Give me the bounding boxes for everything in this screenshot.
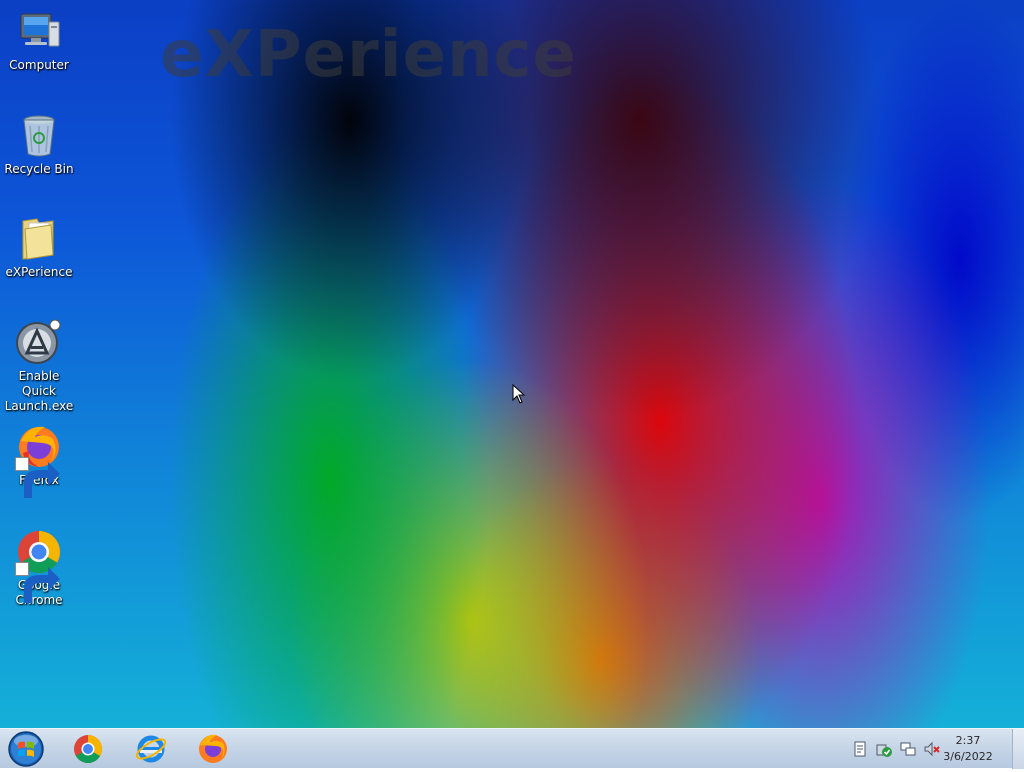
action-center-icon[interactable] bbox=[852, 741, 868, 757]
taskbar-internet-explorer-button[interactable] bbox=[134, 732, 168, 766]
firefox-icon bbox=[199, 734, 227, 763]
start-button[interactable] bbox=[6, 730, 46, 768]
desktop-icon-label: Recycle Bin bbox=[4, 162, 74, 176]
show-desktop-button[interactable] bbox=[1012, 729, 1024, 769]
desktop-icon-enable-quick-launch[interactable]: Enable Quick Launch.exe bbox=[0, 319, 78, 414]
security-icon[interactable] bbox=[876, 741, 892, 757]
desktop-icon-label: eXPerience bbox=[5, 265, 73, 279]
wallpaper-watermark: eXPerience bbox=[160, 18, 577, 92]
shortcut-arrow-icon bbox=[15, 562, 60, 603]
taskbar: 2:37 3/6/2022 bbox=[0, 728, 1024, 769]
chrome-icon bbox=[74, 735, 102, 763]
taskbar-clock[interactable]: 2:37 3/6/2022 bbox=[938, 733, 998, 765]
chrome-icon bbox=[15, 528, 63, 603]
network-icon[interactable] bbox=[900, 741, 916, 757]
desktop-icon-label: Enable Quick Launch.exe bbox=[4, 369, 74, 413]
mouse-pointer-icon bbox=[512, 383, 526, 404]
desktop-icon-recycle-bin[interactable]: Recycle Bin bbox=[0, 112, 78, 177]
desktop-icon-firefox[interactable]: Firefox bbox=[0, 423, 78, 498]
taskbar-firefox-button[interactable] bbox=[196, 732, 230, 766]
computer-icon bbox=[15, 8, 63, 56]
desktop-icon-experience-folder[interactable]: eXPerience bbox=[0, 215, 78, 280]
folder-icon bbox=[15, 215, 63, 263]
shortcut-arrow-icon bbox=[15, 457, 60, 498]
system-tray: 2:37 3/6/2022 bbox=[834, 729, 1024, 769]
desktop-background[interactable]: eXPerience Computer Recycle Bin eXPerien… bbox=[0, 0, 1024, 728]
taskbar-chrome-button[interactable] bbox=[71, 732, 105, 766]
internet-explorer-icon bbox=[135, 735, 167, 763]
app-icon bbox=[15, 319, 63, 367]
start-orb-icon bbox=[8, 731, 44, 767]
clock-date: 3/6/2022 bbox=[943, 750, 993, 763]
desktop-icon-computer[interactable]: Computer bbox=[0, 8, 78, 73]
desktop-icon-google-chrome[interactable]: Google Chrome bbox=[0, 528, 78, 608]
clock-time: 2:37 bbox=[955, 734, 981, 747]
recycle-bin-icon bbox=[15, 112, 63, 160]
firefox-icon bbox=[15, 423, 63, 498]
desktop-icon-label: Computer bbox=[9, 58, 69, 72]
